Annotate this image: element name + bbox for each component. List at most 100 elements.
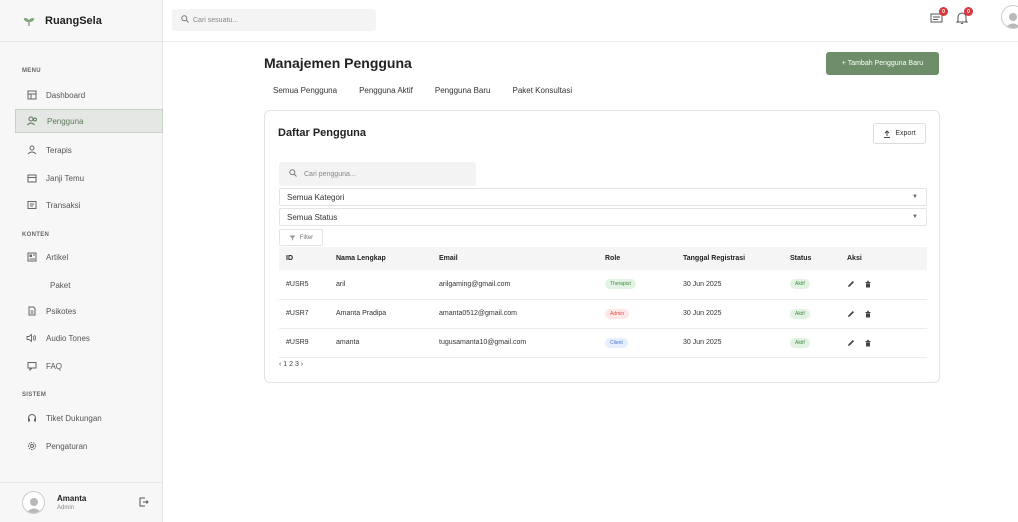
leaf-logo-icon	[22, 14, 36, 28]
column-header-actions: Aksi	[847, 247, 927, 270]
sidebar-item-faq[interactable]: FAQ	[15, 354, 163, 378]
upload-icon	[884, 129, 891, 138]
user-search-input[interactable]: Cari pengguna...	[279, 162, 476, 186]
status-badge: Aktif	[790, 308, 810, 319]
tab-paket-konsultasi[interactable]: Paket Konsultasi	[513, 86, 573, 95]
cell-date: 30 Jun 2025	[683, 328, 790, 358]
cell-status: Aktif	[790, 328, 847, 358]
logout-icon[interactable]	[139, 497, 149, 507]
profile-name: Amanta	[57, 494, 87, 503]
user-table: ID Nama Lengkap Email Role Tanggal Regis…	[279, 247, 927, 358]
tab-pengguna-baru[interactable]: Pengguna Baru	[435, 86, 491, 95]
user-profile[interactable]: Amanta Admin	[0, 482, 163, 522]
category-select[interactable]: Semua Kategori ▼	[279, 188, 927, 206]
user-list-card: Daftar Pengguna Export Cari pengguna... …	[264, 110, 940, 383]
topbar: Cari sesuatu... 0 0	[163, 0, 1018, 42]
sidebar-item-label: Psikotes	[46, 306, 77, 316]
cell-role: Admin	[605, 299, 683, 329]
sidebar-item-label: Terapis	[46, 145, 72, 155]
cell-status: Aktif	[790, 299, 847, 329]
role-badge: Admin	[605, 308, 630, 319]
sidebar-item-paket[interactable]: Paket	[15, 273, 163, 297]
sidebar-item-pengaturan[interactable]: Pengaturan	[15, 434, 163, 458]
filter-button[interactable]: Filter	[279, 229, 323, 246]
cell-email: arilgaming@gmail.com	[439, 270, 605, 300]
pagination[interactable]: ‹ 1 2 3 ›	[279, 361, 303, 368]
edit-pencil-icon[interactable]	[847, 280, 855, 288]
role-badge: Therapist	[605, 279, 636, 290]
caret-down-icon: ▼	[912, 214, 918, 220]
cell-date: 30 Jun 2025	[683, 299, 790, 329]
status-select[interactable]: Semua Status ▼	[279, 208, 927, 226]
delete-trash-icon[interactable]	[864, 339, 872, 347]
sidebar-item-artikel[interactable]: Artikel	[15, 245, 163, 269]
tabs: Semua Pengguna Pengguna Aktif Pengguna B…	[273, 86, 594, 95]
notification-button[interactable]: 0	[955, 7, 973, 25]
sidebar-item-label: Janji Temu	[46, 173, 85, 183]
export-label: Export	[895, 130, 916, 137]
sidebar-item-label: Pengaturan	[46, 441, 88, 451]
card-title: Daftar Pengguna	[278, 127, 367, 139]
sidebar-item-dashboard[interactable]: Dashboard	[15, 83, 163, 107]
category-select-value: Semua Kategori	[287, 192, 345, 202]
column-header-id: ID	[279, 247, 336, 270]
brand[interactable]: RuangSela	[0, 0, 162, 42]
sidebar-item-label: Pengguna	[47, 116, 84, 126]
sidebar-item-pengguna[interactable]: Pengguna	[15, 109, 163, 133]
edit-pencil-icon[interactable]	[847, 310, 855, 318]
top-avatar[interactable]	[1001, 5, 1018, 29]
section-label-sistem: SISTEM	[22, 392, 47, 398]
edit-pencil-icon[interactable]	[847, 339, 855, 347]
status-badge: Aktif	[790, 337, 810, 348]
export-button[interactable]: Export	[873, 123, 926, 144]
global-search-input[interactable]: Cari sesuatu...	[172, 9, 376, 31]
headset-icon	[26, 413, 37, 424]
sidebar-item-terapis[interactable]: Terapis	[15, 138, 163, 162]
sidebar-item-transaksi[interactable]: Transaksi	[15, 193, 163, 217]
tab-pengguna-aktif[interactable]: Pengguna Aktif	[359, 86, 413, 95]
column-header-email: Email	[439, 247, 605, 270]
sidebar-item-janji-temu[interactable]: Janji Temu	[15, 166, 163, 190]
table-header-row: ID Nama Lengkap Email Role Tanggal Regis…	[279, 247, 927, 270]
brand-name: RuangSela	[45, 14, 102, 27]
delete-trash-icon[interactable]	[864, 280, 872, 288]
sidebar-item-tiket-dukungan[interactable]: Tiket Dukungan	[15, 406, 163, 430]
user-search-placeholder: Cari pengguna...	[304, 170, 356, 178]
page-title: Manajemen Pengguna	[264, 55, 412, 71]
cell-date: 30 Jun 2025	[683, 270, 790, 300]
status-select-value: Semua Status	[287, 212, 338, 222]
users-icon	[27, 116, 38, 127]
gear-icon	[26, 441, 37, 452]
audio-icon	[26, 333, 37, 344]
avatar	[22, 491, 45, 514]
message-badge: 0	[939, 7, 948, 16]
add-user-button[interactable]: + Tambah Pengguna Baru	[826, 52, 939, 75]
column-header-role: Role	[605, 247, 683, 270]
table-row: #USR9 amanta tugusamanta10@gmail.com Cli…	[279, 328, 927, 358]
sidebar-item-label: Tiket Dukungan	[46, 413, 102, 423]
search-icon	[181, 15, 189, 25]
table-row: #USR5 aril arilgaming@gmail.com Therapis…	[279, 270, 927, 300]
sidebar-item-audio-tones[interactable]: Audio Tones	[15, 326, 163, 350]
caret-down-icon: ▼	[912, 194, 918, 200]
sidebar-item-label: Transaksi	[46, 200, 81, 210]
column-header-status: Status	[790, 247, 847, 270]
cell-name: amanta	[336, 328, 439, 358]
profile-role: Admin	[57, 505, 75, 511]
cell-id: #USR7	[279, 299, 336, 329]
user-avatar-icon	[1005, 13, 1018, 28]
cell-name: Amanta Pradipa	[336, 299, 439, 329]
tab-semua-pengguna[interactable]: Semua Pengguna	[273, 86, 337, 95]
cell-name: aril	[336, 270, 439, 300]
cell-email: amanta0512@gmail.com	[439, 299, 605, 329]
filter-label: Filter	[299, 234, 314, 241]
chat-icon	[26, 361, 37, 372]
delete-trash-icon[interactable]	[864, 310, 872, 318]
section-label-konten: KONTEN	[22, 232, 50, 238]
sidebar-item-label: FAQ	[46, 361, 63, 371]
sidebar-item-psikotes[interactable]: Psikotes	[15, 299, 163, 323]
cell-id: #USR5	[279, 270, 336, 300]
cell-status: Aktif	[790, 270, 847, 300]
cell-role: Therapist	[605, 270, 683, 300]
message-button[interactable]: 0	[930, 7, 948, 25]
